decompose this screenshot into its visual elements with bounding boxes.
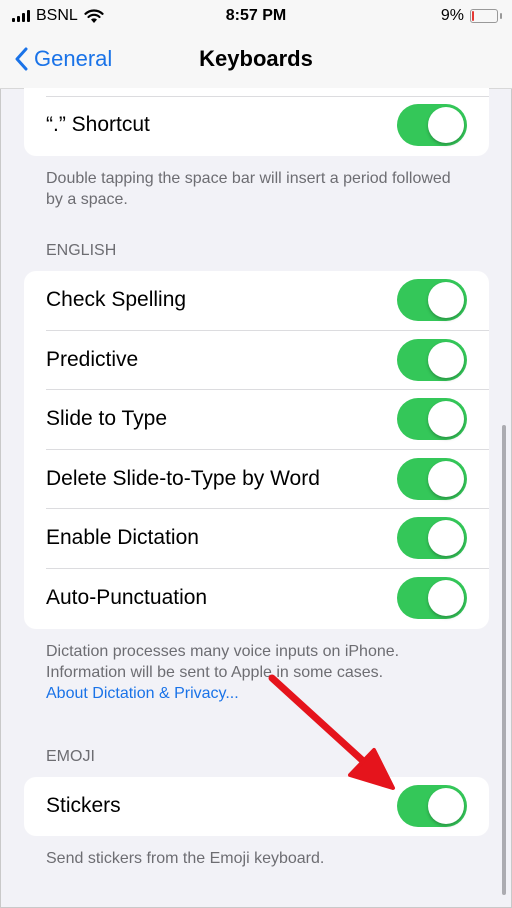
section-header-emoji: EMOJI xyxy=(46,748,95,765)
toggle-knob xyxy=(428,520,464,557)
row-enable-dictation: Enable Dictation xyxy=(24,509,489,569)
row-label: Delete Slide-to-Type by Word xyxy=(46,466,320,490)
toggle-knob xyxy=(428,788,464,824)
toggle-slide-to-type[interactable] xyxy=(397,398,467,441)
battery-icon xyxy=(470,9,502,23)
dictation-footnote: Dictation processes many voice inputs on… xyxy=(46,641,466,704)
shortcut-card: “.” Shortcut xyxy=(24,88,489,156)
toggle-check-spelling[interactable] xyxy=(397,279,467,321)
shortcut-toggle[interactable] xyxy=(397,104,467,146)
toggle-stickers[interactable] xyxy=(397,785,467,827)
row-label: Enable Dictation xyxy=(46,526,199,550)
about-dictation-link[interactable]: About Dictation & Privacy... xyxy=(46,685,239,702)
toggle-enable-dictation[interactable] xyxy=(397,517,467,560)
status-right: 9% xyxy=(440,7,502,25)
status-time: 8:57 PM xyxy=(225,7,287,24)
toggle-knob xyxy=(428,107,464,143)
status-bar: BSNL 8:57 PM 9% xyxy=(0,0,512,34)
english-card: Check Spelling Predictive Slide to Type … xyxy=(24,271,489,629)
toggle-knob xyxy=(428,401,464,438)
emoji-card: Stickers xyxy=(24,777,489,836)
toggle-auto-punctuation[interactable] xyxy=(397,576,467,619)
shortcut-row: “.” Shortcut xyxy=(24,96,489,156)
row-slide-to-type: Slide to Type xyxy=(24,390,489,450)
row-label: Auto-Punctuation xyxy=(46,585,208,609)
row-predictive: Predictive xyxy=(24,331,489,391)
row-check-spelling: Check Spelling xyxy=(24,271,489,331)
row-label: Slide to Type xyxy=(46,407,168,431)
row-label: Check Spelling xyxy=(46,288,187,311)
toggle-delete-slide-to-type[interactable] xyxy=(397,457,467,500)
row-stickers: Stickers xyxy=(24,777,489,836)
toggle-knob xyxy=(428,460,464,497)
stickers-footnote: Send stickers from the Emoji keyboard. xyxy=(46,850,325,867)
scrollbar[interactable] xyxy=(502,425,506,895)
row-label: Stickers xyxy=(46,794,121,817)
toggle-predictive[interactable] xyxy=(397,338,467,381)
dictation-footnote-text: Dictation processes many voice inputs on… xyxy=(46,643,400,681)
navigation-bar: General Keyboards xyxy=(0,34,512,89)
battery-percent: 9% xyxy=(440,7,464,24)
row-delete-slide-to-type: Delete Slide-to-Type by Word xyxy=(24,450,489,510)
battery-level xyxy=(472,11,474,21)
shortcut-label: “.” Shortcut xyxy=(46,113,150,136)
toggle-knob xyxy=(428,341,464,378)
toggle-knob xyxy=(428,282,464,318)
toggle-knob xyxy=(428,579,464,616)
row-label: Predictive xyxy=(46,347,139,371)
row-auto-punctuation: Auto-Punctuation xyxy=(24,569,489,629)
section-header-english: ENGLISH xyxy=(46,242,117,259)
shortcut-footnote: Double tapping the space bar will insert… xyxy=(46,170,451,208)
page-title: Keyboards xyxy=(199,46,313,71)
